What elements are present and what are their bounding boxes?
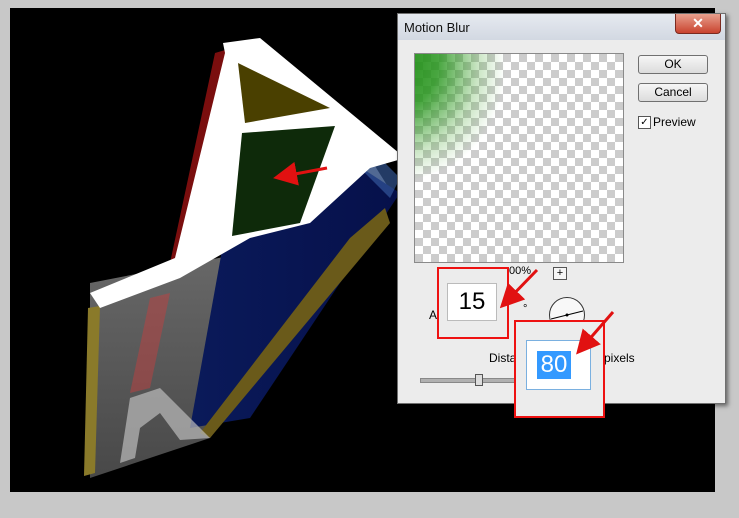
degree-symbol: ° [523,303,528,315]
distance-input[interactable]: 80 [526,340,591,390]
ok-button[interactable]: OK [638,55,708,74]
distance-callout-box: 80 [514,320,605,418]
distance-slider-thumb[interactable] [475,374,483,386]
distance-slider-track[interactable] [420,378,522,383]
preview-label: Preview [653,115,696,129]
cancel-button[interactable]: Cancel [638,83,708,102]
angle-label: A [429,308,438,322]
blur-preview-image [415,54,537,184]
angle-input[interactable]: 15 [447,283,497,321]
distance-label: Dista [489,351,517,365]
zoom-percent: 00% [509,265,532,277]
preview-checkbox[interactable]: ✓ [638,116,651,129]
distance-unit: pixels [604,351,635,365]
close-button[interactable]: ✕ [675,14,721,34]
dialog-titlebar[interactable]: Motion Blur ✕ [398,14,725,40]
distance-selected-text: 80 [537,351,571,379]
angle-callout-box: 15 [437,267,509,339]
preview-area[interactable] [414,53,624,263]
dialog-title: Motion Blur [404,20,470,35]
close-icon: ✕ [692,15,704,31]
zoom-in-button[interactable]: + [553,267,567,280]
